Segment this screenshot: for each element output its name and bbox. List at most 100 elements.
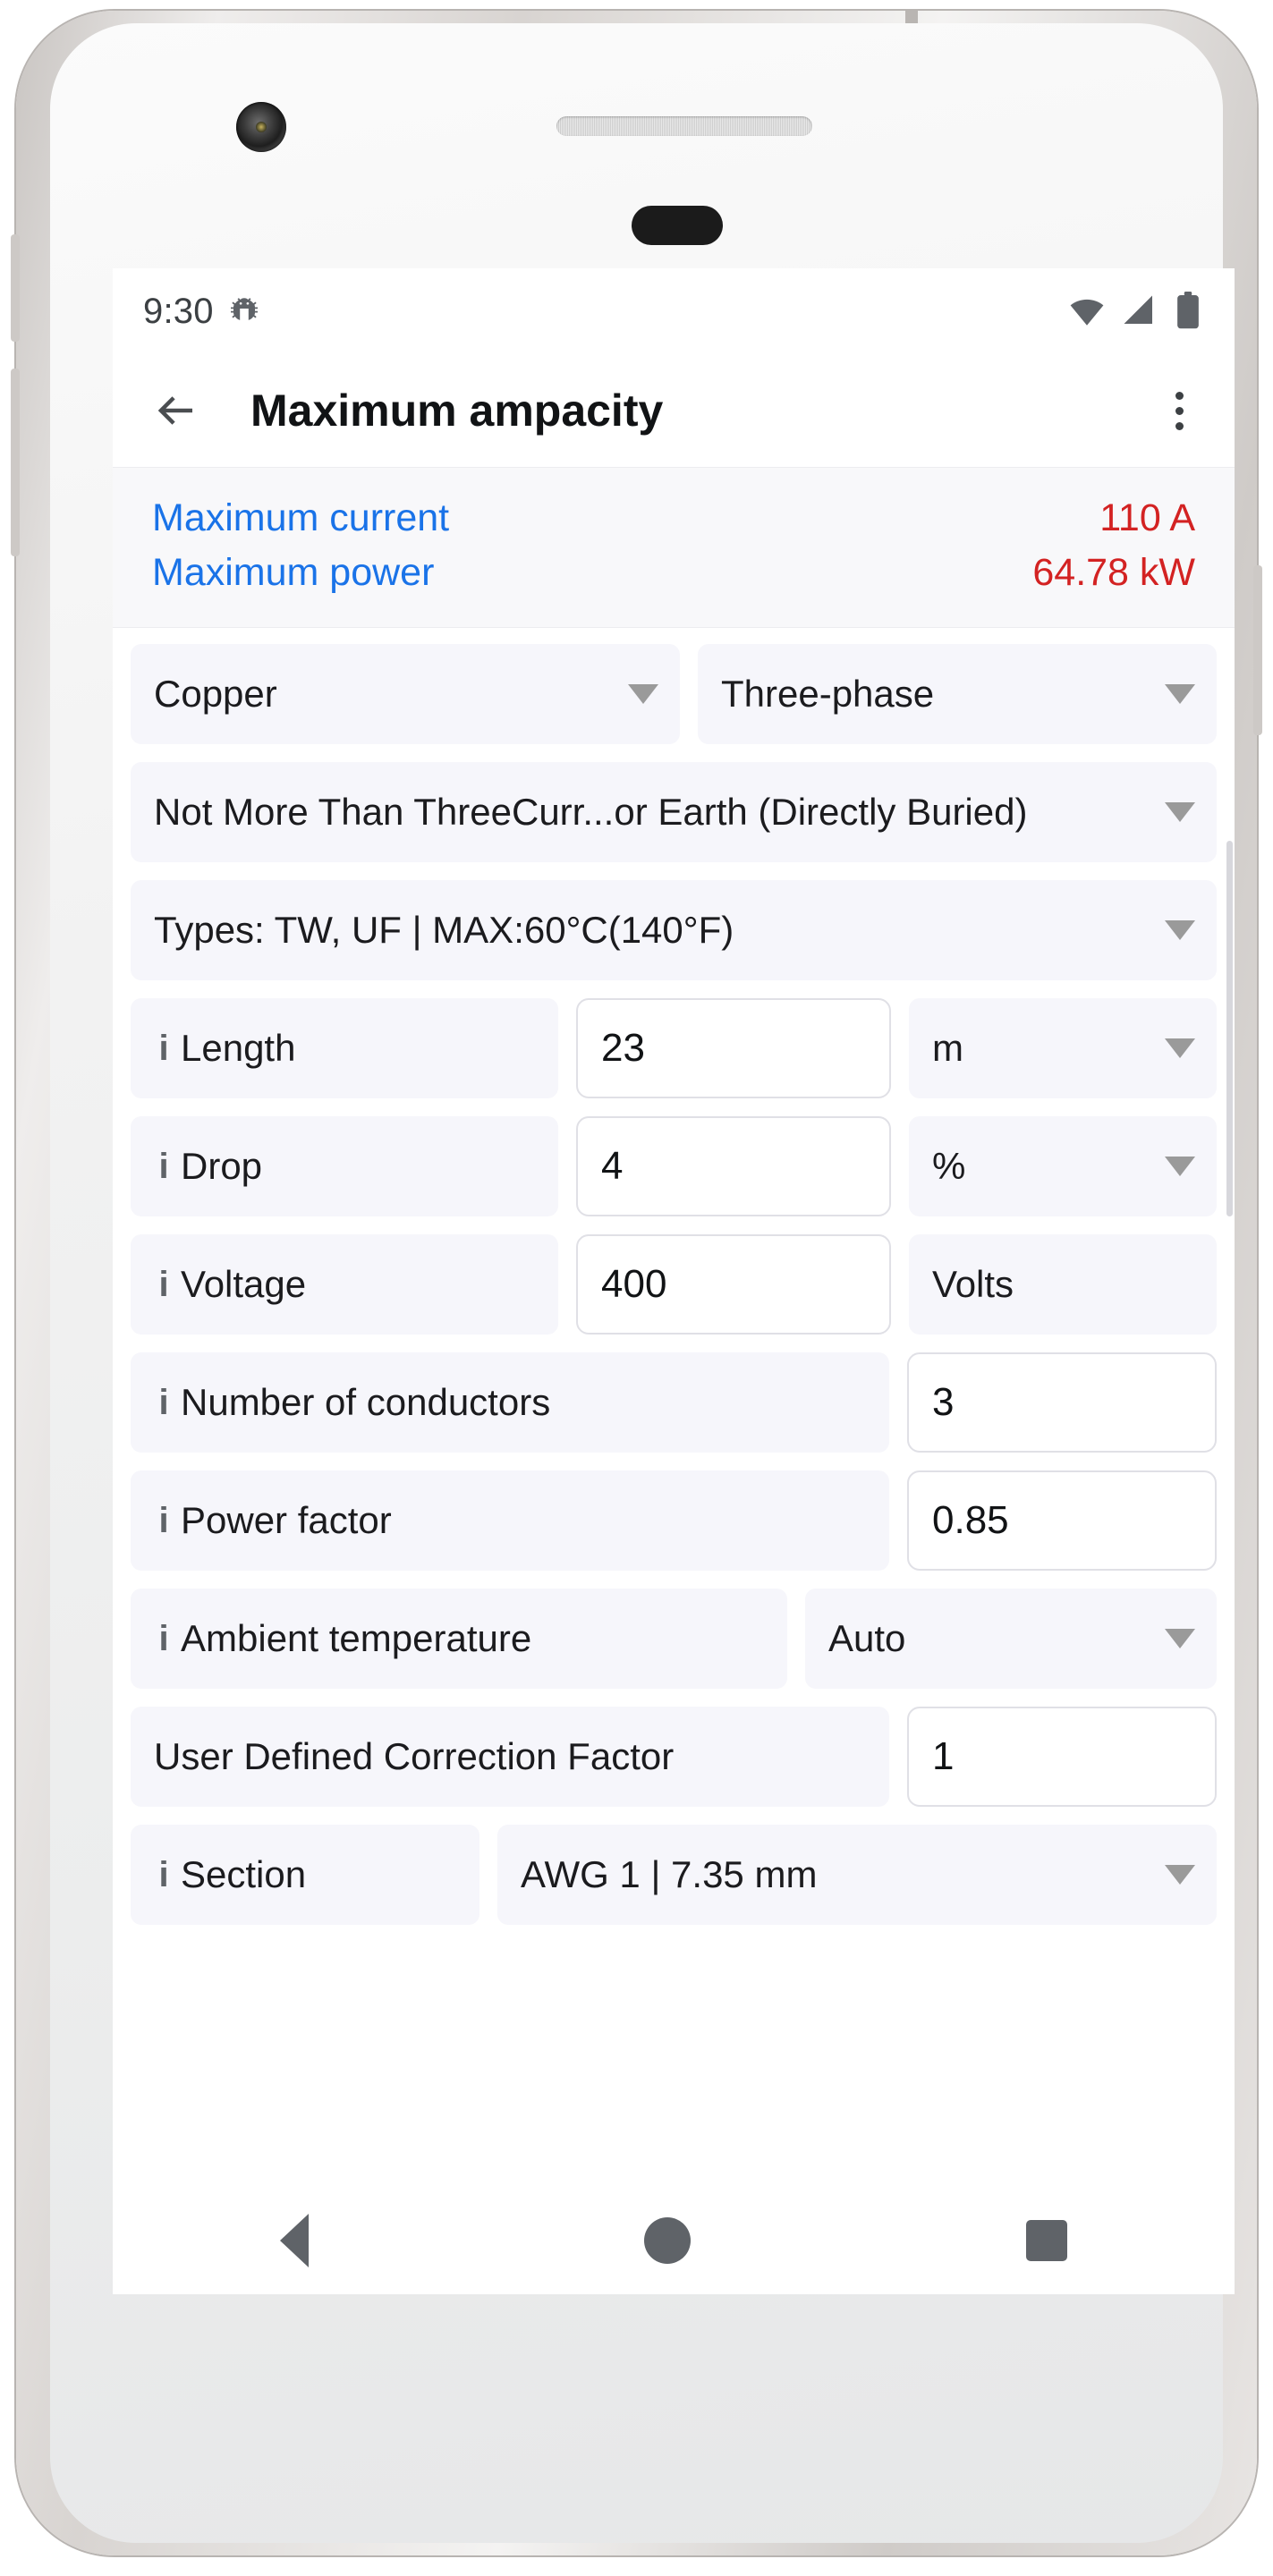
length-unit-value: m [932,1027,963,1069]
section-label-wrap: i Section [154,1853,306,1896]
voltage-unit-value: Volts [932,1263,1014,1305]
correction-label: User Defined Correction Factor [154,1735,675,1777]
info-icon[interactable]: i [154,1148,174,1184]
info-icon[interactable]: i [154,1030,174,1066]
nav-back-button[interactable] [280,2214,310,2267]
conductors-label: Number of conductors [181,1381,551,1423]
drop-label-wrap: i Drop [154,1145,262,1188]
info-icon[interactable]: i [154,1267,174,1302]
status-bar-right [1068,292,1202,331]
length-input[interactable]: 23 [576,998,891,1098]
phase-dropdown[interactable]: Three-phase [698,644,1217,744]
length-value: 23 [601,1026,645,1070]
result-row-max-power: Maximum power 64.78 kW [152,546,1195,600]
overflow-dot [1175,406,1184,415]
cable-type-dropdown[interactable]: Types: TW, UF | MAX:60°C(140°F) [131,880,1217,980]
section-label-cell[interactable]: i Section [131,1825,479,1925]
front-camera-icon [236,102,286,152]
row-section: i Section AWG 1 | 7.35 mm [131,1825,1217,1925]
length-label-cell[interactable]: i Length [131,998,558,1098]
chevron-down-icon [1165,802,1195,822]
android-nav-bar [113,2187,1235,2294]
cable-type-value: Types: TW, UF | MAX:60°C(140°F) [154,909,734,951]
volume-down-button[interactable] [11,369,20,556]
nav-home-button[interactable] [643,2217,691,2264]
scrollbar[interactable] [1226,841,1233,1216]
results-panel: Maximum current 110 A Maximum power 64.7… [113,467,1235,628]
voltage-label: Voltage [181,1263,307,1305]
row-conductors: i Number of conductors 3 [131,1352,1217,1453]
result-row-max-current: Maximum current 110 A [152,491,1195,546]
wifi-icon [1070,299,1104,326]
overflow-dot [1175,421,1184,430]
row-cable-type: Types: TW, UF | MAX:60°C(140°F) [131,880,1217,980]
conductors-label-cell[interactable]: i Number of conductors [131,1352,889,1453]
phone-frame: 9:30 Maximum ampacity Maximum current 11… [11,11,1262,2555]
power-factor-label-wrap: i Power factor [154,1499,392,1542]
back-arrow-icon [157,396,192,425]
chevron-down-icon [1165,1629,1195,1648]
power-factor-value: 0.85 [932,1498,1009,1542]
drop-label-cell[interactable]: i Drop [131,1116,558,1216]
page-title: Maximum ampacity [250,386,664,436]
power-factor-input[interactable]: 0.85 [907,1470,1217,1571]
drop-input[interactable]: 4 [576,1116,891,1216]
ambient-label: Ambient temperature [181,1617,532,1659]
info-icon[interactable]: i [154,1503,174,1538]
nav-recents-button[interactable] [1025,2220,1067,2261]
voltage-label-wrap: i Voltage [154,1263,306,1306]
android-bug-icon [230,298,258,320]
row-power-factor: i Power factor 0.85 [131,1470,1217,1571]
voltage-label-cell[interactable]: i Voltage [131,1234,558,1335]
status-bar-clock: 9:30 [143,291,214,331]
info-icon[interactable]: i [154,1385,174,1420]
ambient-label-cell[interactable]: i Ambient temperature [131,1589,787,1689]
drop-label: Drop [181,1145,263,1187]
conductors-value: 3 [932,1380,955,1424]
ambient-dropdown[interactable]: Auto [805,1589,1217,1689]
cell-signal-icon [1124,295,1152,324]
material-dropdown[interactable]: Copper [131,644,680,744]
conductors-input[interactable]: 3 [907,1352,1217,1453]
row-material-phase: Copper Three-phase [131,644,1217,744]
voltage-unit-cell: Volts [909,1234,1217,1335]
ambient-value: Auto [828,1617,906,1659]
correction-input[interactable]: 1 [907,1707,1217,1807]
length-unit-dropdown[interactable]: m [909,998,1217,1098]
info-icon[interactable]: i [154,1621,174,1657]
installation-method-dropdown[interactable]: Not More Than ThreeCurr...or Earth (Dire… [131,762,1217,862]
notch [632,206,723,245]
form-area: Copper Three-phase Not More Than ThreeCu… [113,628,1235,1925]
chevron-down-icon [1165,1157,1195,1176]
chevron-down-icon [1165,1865,1195,1885]
back-button[interactable] [149,383,204,438]
drop-unit-value: % [932,1145,966,1187]
length-label: Length [181,1027,296,1069]
voltage-value: 400 [601,1262,667,1306]
row-voltage: i Voltage 400 Volts [131,1234,1217,1335]
battery-icon [1177,292,1199,329]
status-bar-left: 9:30 [143,292,260,332]
chevron-down-icon [628,684,658,704]
installation-method-value: Not More Than ThreeCurr...or Earth (Dire… [154,791,1028,833]
volume-up-button[interactable] [11,234,20,342]
material-value: Copper [154,673,277,715]
row-ambient-temperature: i Ambient temperature Auto [131,1589,1217,1689]
section-value: AWG 1 | 7.35 mm [521,1853,818,1895]
max-current-label: Maximum current [152,496,450,539]
power-factor-label: Power factor [181,1499,392,1541]
drop-unit-dropdown[interactable]: % [909,1116,1217,1216]
row-drop: i Drop 4 % [131,1116,1217,1216]
overflow-menu-button[interactable] [1154,383,1204,438]
status-bar: 9:30 [113,268,1235,354]
phone-screen: 9:30 Maximum ampacity Maximum current 11… [113,268,1235,2294]
drop-value: 4 [601,1144,624,1188]
voltage-input[interactable]: 400 [576,1234,891,1335]
row-correction-factor: User Defined Correction Factor 1 [131,1707,1217,1807]
ambient-label-wrap: i Ambient temperature [154,1617,531,1660]
section-dropdown[interactable]: AWG 1 | 7.35 mm [497,1825,1217,1925]
app-bar: Maximum ampacity [113,354,1235,467]
info-icon[interactable]: i [154,1857,174,1893]
power-factor-label-cell[interactable]: i Power factor [131,1470,889,1571]
power-button[interactable] [1253,565,1262,735]
